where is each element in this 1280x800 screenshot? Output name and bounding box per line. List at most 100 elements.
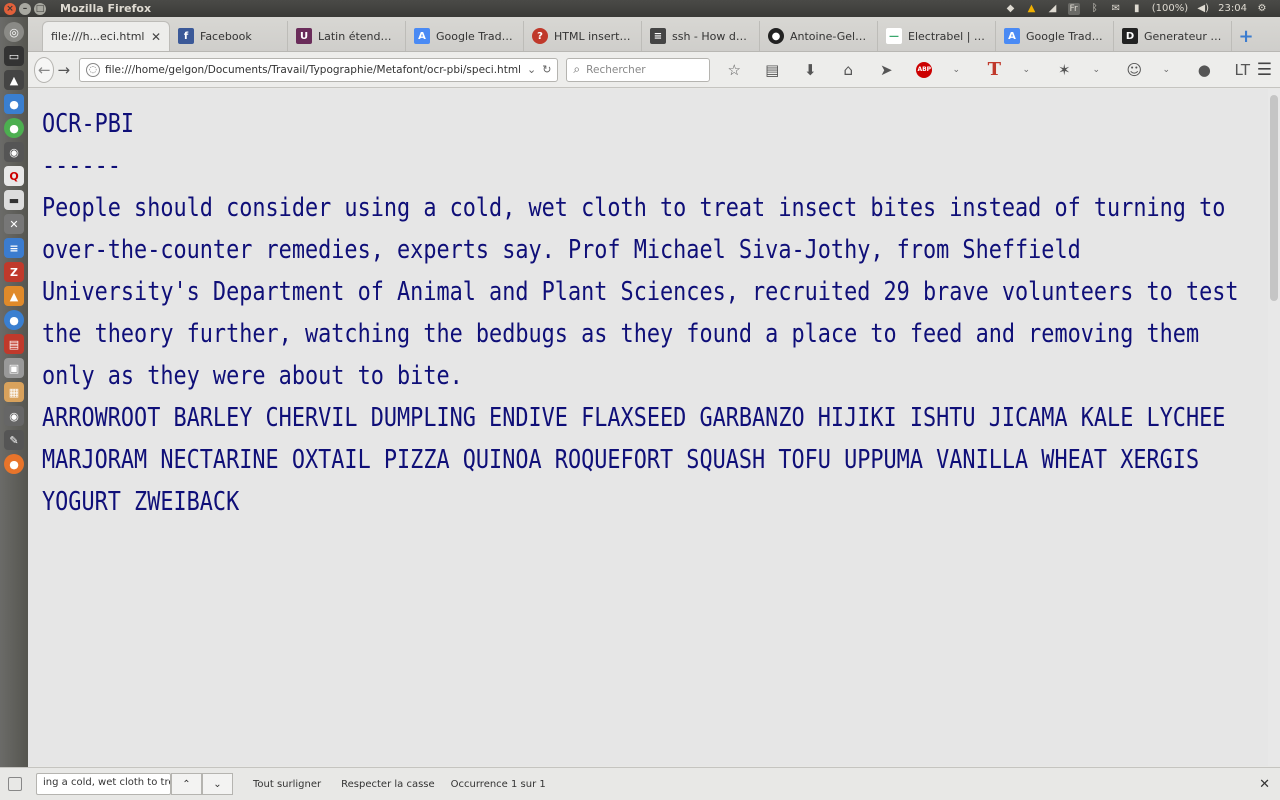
keyboard-layout-indicator[interactable]: Fr (1067, 2, 1080, 15)
search-placeholder: Rechercher (586, 63, 646, 76)
chat-icon[interactable]: ● (1190, 58, 1219, 82)
find-next-button[interactable]: ⌄ (202, 773, 233, 795)
volume-icon[interactable]: ◀) (1197, 3, 1209, 15)
chromium-icon[interactable]: ● (4, 118, 24, 138)
tab-label: Latin étendu B ... (318, 29, 397, 43)
tab-generateur[interactable]: D Generateur de ... (1114, 21, 1232, 51)
tab-label: ssh - How do I t... (672, 29, 751, 43)
writer-icon[interactable]: ≡ (4, 238, 24, 258)
chevron-down-icon[interactable]: ⌄ (1152, 58, 1181, 82)
greasemonkey-icon[interactable]: ☺ (1120, 58, 1149, 82)
clock[interactable]: 23:04 (1218, 3, 1247, 15)
electrabel-icon: — (886, 28, 902, 44)
settings-gear-icon[interactable]: ⚙ (1256, 3, 1268, 15)
facebook-icon: f (178, 28, 194, 44)
adblock-plus-icon[interactable]: ABP (910, 58, 939, 82)
thunderbird-icon[interactable]: ● (4, 94, 24, 114)
url-text[interactable]: file:///home/gelgon/Documents/Travail/Ty… (105, 64, 521, 76)
anki-icon[interactable]: Q (4, 166, 24, 186)
mail-icon[interactable]: ✉ (1110, 3, 1122, 15)
files-icon[interactable]: ▬ (4, 190, 24, 210)
send-icon[interactable]: ➤ (872, 58, 901, 82)
firebug-icon[interactable]: ✶ (1050, 58, 1079, 82)
forward-button[interactable]: → (54, 58, 72, 82)
search-input[interactable]: ⌕ Rechercher (566, 57, 710, 82)
title-underline: ------ (42, 151, 121, 181)
bluetooth-icon[interactable]: ᛒ (1089, 3, 1101, 15)
tab-ssh[interactable]: ≡ ssh - How do I t... (642, 21, 760, 51)
close-find-bar-icon[interactable]: ✕ (1259, 777, 1270, 792)
reload-icon[interactable]: ↻ (542, 63, 551, 76)
reading-list-icon[interactable]: ▤ (758, 58, 787, 82)
notes-icon[interactable]: ▦ (4, 382, 24, 402)
firefox-icon[interactable]: ● (4, 454, 24, 474)
tab-label: Google Traduct... (436, 29, 515, 43)
dropbox-icon[interactable]: ◆ (1005, 3, 1017, 15)
bookmark-star-icon[interactable]: ☆ (720, 58, 749, 82)
minimize-window-button[interactable]: – (19, 2, 31, 15)
photo-icon[interactable]: ▣ (4, 358, 24, 378)
stackexchange-icon: ≡ (650, 28, 666, 44)
inkscape-icon[interactable]: ▲ (4, 70, 24, 90)
chevron-down-icon[interactable]: ⌄ (1082, 58, 1111, 82)
tab-google-translate-2[interactable]: A Google Traduct... (996, 21, 1114, 51)
highlight-all-button[interactable]: Tout surligner (253, 779, 321, 790)
typography-t-icon[interactable]: T (980, 58, 1009, 82)
tab-label: Generateur de ... (1144, 29, 1223, 43)
close-window-button[interactable]: × (4, 2, 16, 15)
warning-icon[interactable]: ▲ (1026, 3, 1038, 15)
battery-icon[interactable]: ▮ (1131, 3, 1143, 15)
download-icon[interactable]: ⬇ (796, 58, 825, 82)
gimp-icon[interactable]: ◉ (4, 142, 24, 162)
quora-icon: ? (532, 28, 548, 44)
scrollbar-thumb[interactable] (1270, 95, 1278, 301)
vertical-scrollbar[interactable] (1268, 89, 1280, 766)
tab-google-translate-1[interactable]: A Google Traduct... (406, 21, 524, 51)
maximize-window-button[interactable]: □ (34, 2, 46, 15)
window-controls: × – □ (0, 2, 46, 15)
google-translate-icon: A (1004, 28, 1020, 44)
chevron-down-icon[interactable]: ⌄ (942, 58, 971, 82)
dash-icon[interactable]: ◎ (4, 22, 24, 42)
new-tab-button[interactable]: + (1232, 21, 1260, 51)
find-bar: ing a cold, wet cloth to treat ⌃ ⌄ Tout … (0, 767, 1280, 800)
unicode-icon: U (296, 28, 312, 44)
tab-facebook[interactable]: f Facebook (170, 21, 288, 51)
network-manager-icon[interactable]: ● (4, 310, 24, 330)
github-icon: ● (768, 28, 784, 44)
tools-icon[interactable]: ✕ (4, 214, 24, 234)
system-top-bar: × – □ Mozilla Firefox ◆ ▲ ◢ Fr ᛒ ✉ ▮ (10… (0, 0, 1280, 17)
webcam-icon[interactable]: ◉ (4, 406, 24, 426)
close-tab-icon[interactable]: ✕ (151, 30, 161, 44)
find-bar-icon (8, 777, 22, 791)
match-case-button[interactable]: Respecter la casse (341, 779, 435, 790)
tab-label: HTML insertion ... (554, 29, 633, 43)
network-icon[interactable]: ◢ (1047, 3, 1059, 15)
system-tray: ◆ ▲ ◢ Fr ᛒ ✉ ▮ (100%) ◀) 23:04 ⚙ (1005, 2, 1280, 15)
url-bar[interactable]: ◌ file:///home/gelgon/Documents/Travail/… (78, 57, 559, 82)
impress-icon[interactable]: ▤ (4, 334, 24, 354)
find-previous-button[interactable]: ⌃ (171, 773, 202, 795)
battery-percent: (100%) (1151, 2, 1189, 14)
hamburger-menu-icon[interactable]: ☰ (1257, 60, 1272, 80)
chevron-down-icon[interactable]: ⌄ (1012, 58, 1041, 82)
google-translate-icon: A (414, 28, 430, 44)
filezilla-icon[interactable]: Z (4, 262, 24, 282)
languagetool-icon[interactable]: LT (1228, 58, 1257, 82)
globe-icon[interactable]: ◌ (85, 62, 100, 77)
url-dropdown-icon[interactable]: ⌄ (527, 63, 536, 76)
back-button[interactable]: ← (34, 56, 55, 83)
tab-speci[interactable]: file:///h...eci.html ✕ (42, 21, 170, 51)
dafont-icon: D (1122, 28, 1138, 44)
navigation-bar: ← → ◌ file:///home/gelgon/Documents/Trav… (28, 52, 1280, 88)
tab-latin-etendu[interactable]: U Latin étendu B ... (288, 21, 406, 51)
editor-icon[interactable]: ✎ (4, 430, 24, 450)
terminal-icon[interactable]: ▭ (4, 46, 24, 66)
tab-github[interactable]: ● Antoine-Gelgo... (760, 21, 878, 51)
tab-html-insertion[interactable]: ? HTML insertion ... (524, 21, 642, 51)
home-icon[interactable]: ⌂ (834, 58, 863, 82)
find-input[interactable]: ing a cold, wet cloth to treat (36, 773, 171, 795)
tab-electrabel[interactable]: — Electrabel | For... (878, 21, 996, 51)
page-content: OCR-PBI ------ People should consider us… (28, 89, 1268, 766)
vlc-icon[interactable]: ▲ (4, 286, 24, 306)
